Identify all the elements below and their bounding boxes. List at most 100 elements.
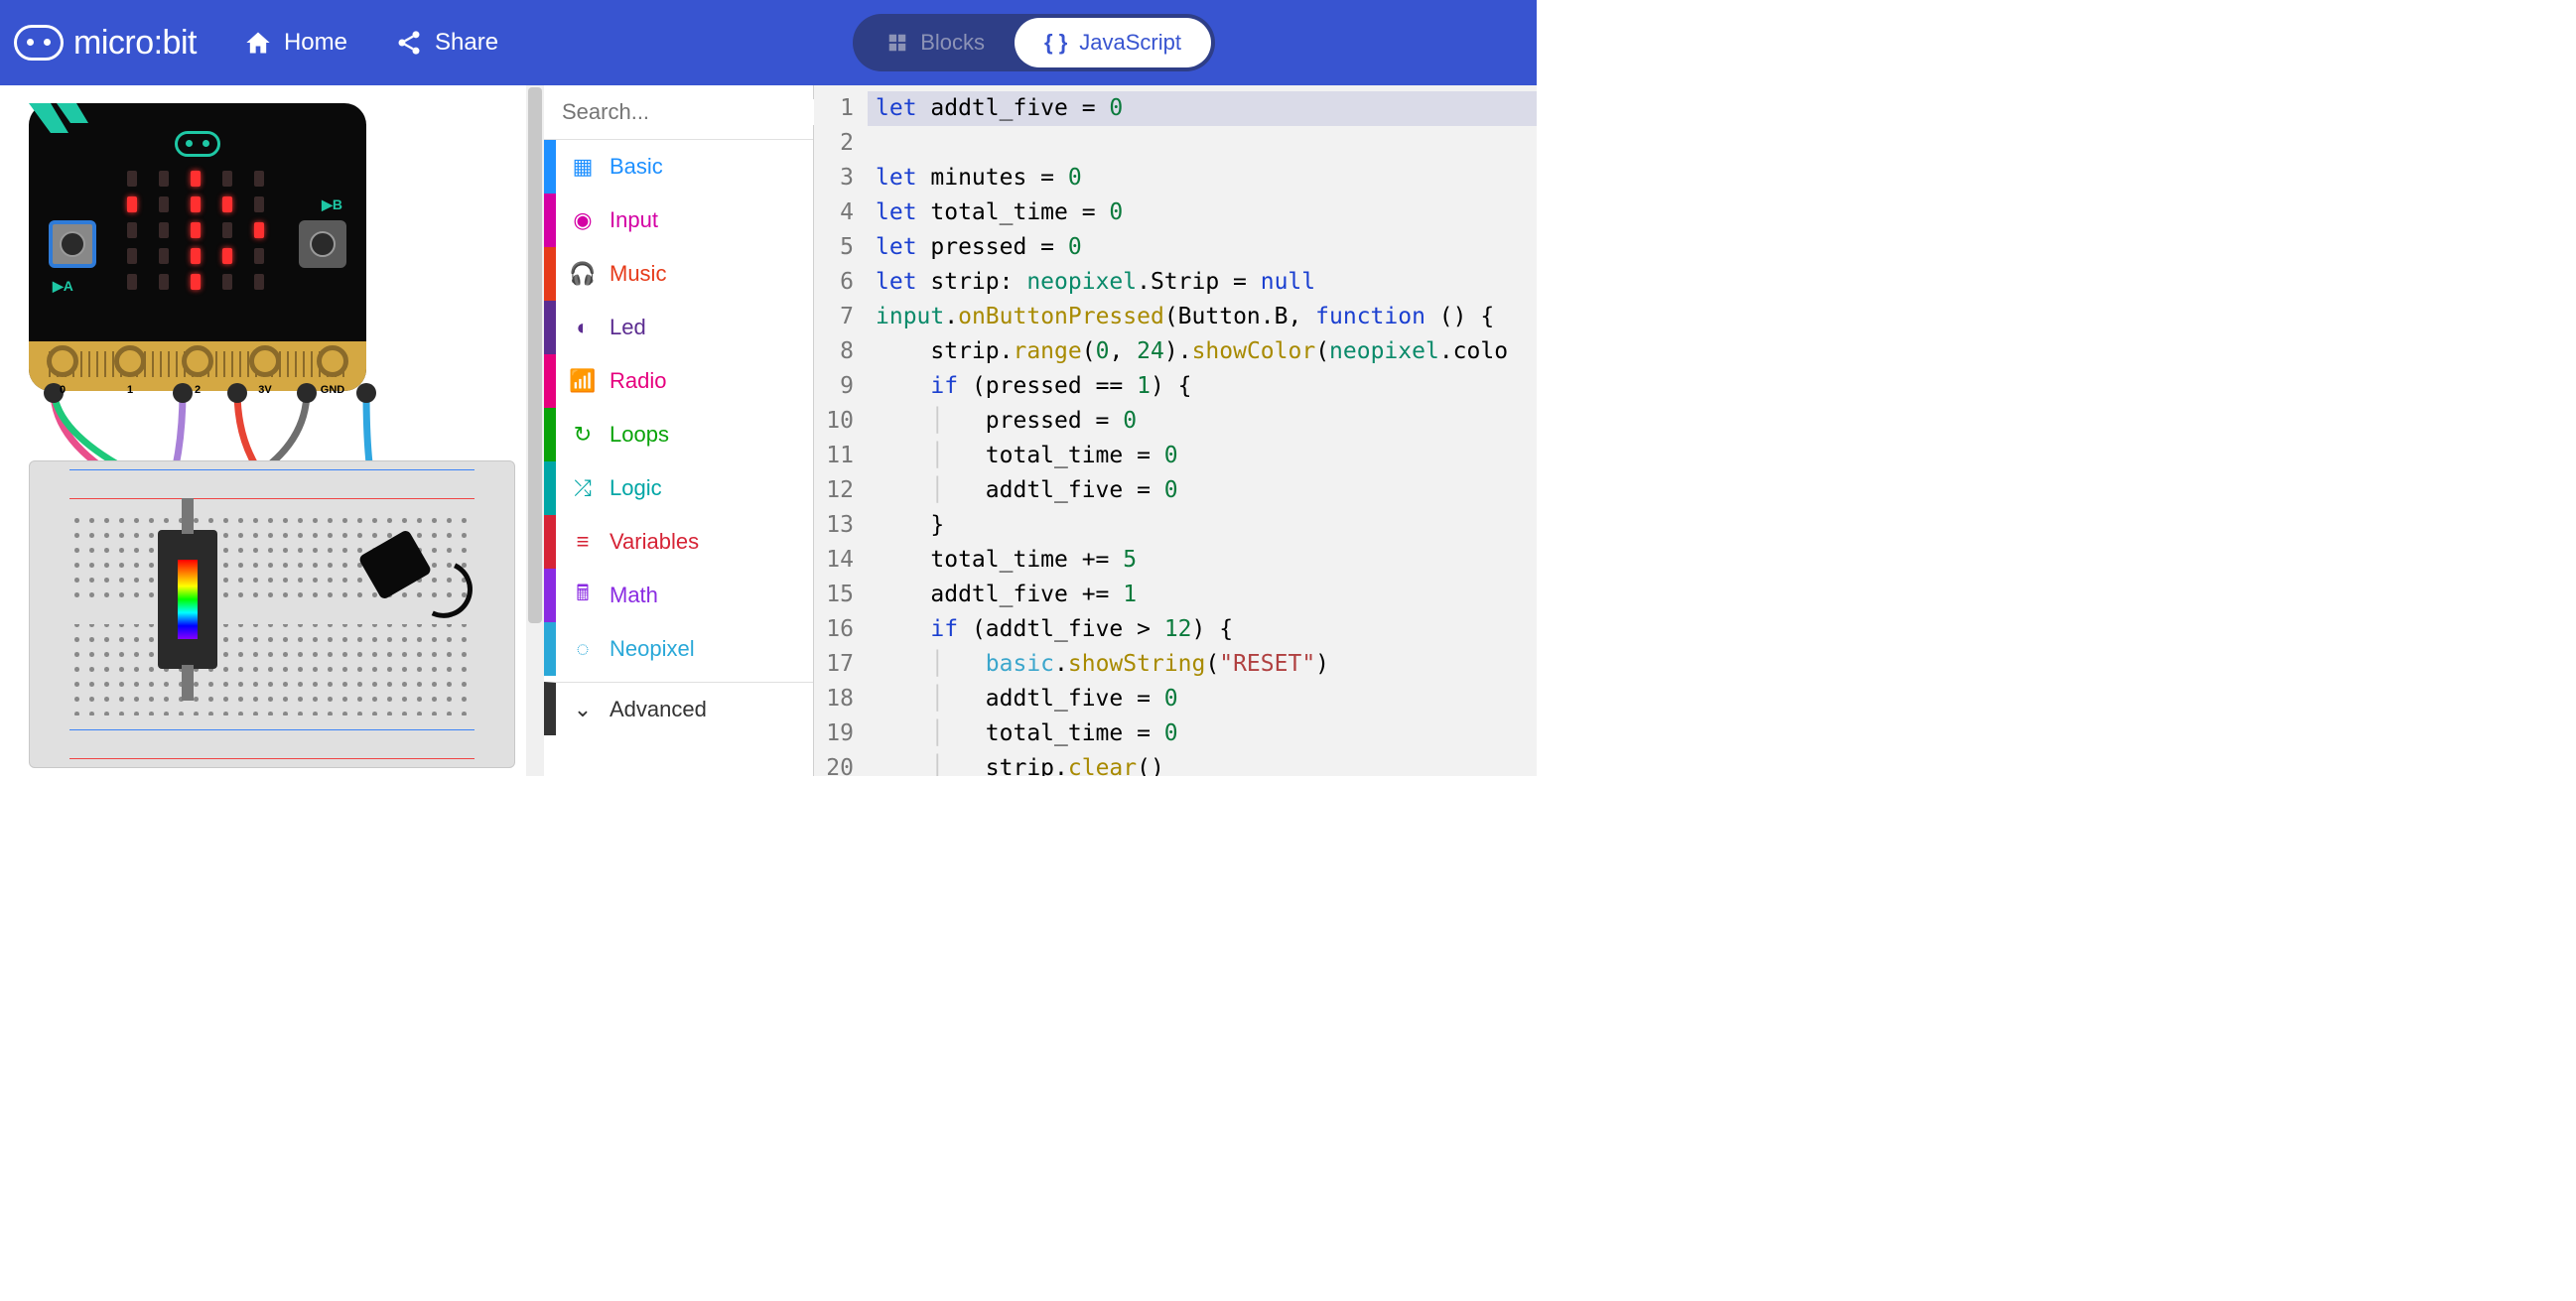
led-icon: ◐ <box>570 315 596 340</box>
braces-icon: { } <box>1044 30 1067 56</box>
led-pixel[interactable] <box>191 196 201 212</box>
led-pixel[interactable] <box>254 248 264 264</box>
category-label: Input <box>610 207 658 233</box>
pin-label: 1 <box>127 384 133 396</box>
led-pixel[interactable] <box>254 274 264 290</box>
microbit-simulator[interactable]: A B 0123VGND <box>29 103 366 391</box>
led-pixel[interactable] <box>159 222 169 238</box>
led-pixel[interactable] <box>191 222 201 238</box>
pin-label: 3V <box>258 384 271 396</box>
javascript-toggle[interactable]: { } JavaScript <box>1015 18 1211 67</box>
led-pixel[interactable] <box>254 196 264 212</box>
led-pixel[interactable] <box>159 196 169 212</box>
led-pixel[interactable] <box>222 171 232 187</box>
pin-label: 2 <box>195 384 201 396</box>
code-line[interactable]: │ basic.showString("RESET") <box>876 651 1329 677</box>
advanced-label: Advanced <box>610 697 707 722</box>
js-label: JavaScript <box>1079 30 1181 56</box>
code-line[interactable]: │ pressed = 0 <box>876 408 1137 434</box>
led-pixel[interactable] <box>159 171 169 187</box>
category-math[interactable]: 🖩Math <box>544 569 813 622</box>
led-pixel[interactable] <box>254 222 264 238</box>
category-radio[interactable]: 📶Radio <box>544 354 813 408</box>
logo[interactable]: micro:bit <box>14 24 197 63</box>
code-line[interactable]: strip.range(0, 24).showColor(neopixel.co… <box>876 338 1508 364</box>
button-a[interactable] <box>49 220 96 268</box>
code-line[interactable]: │ strip.clear() <box>876 755 1164 776</box>
led-pixel[interactable] <box>191 171 201 187</box>
blocks-label: Blocks <box>920 30 985 56</box>
led-pixel[interactable] <box>222 196 232 212</box>
code-line[interactable]: total_time += 5 <box>876 547 1137 573</box>
code-line[interactable]: let pressed = 0 <box>876 234 1082 260</box>
search-input[interactable] <box>562 99 848 125</box>
code-line[interactable]: │ total_time = 0 <box>876 443 1178 468</box>
led-pixel[interactable] <box>222 222 232 238</box>
button-b[interactable] <box>299 220 346 268</box>
blocks-icon <box>886 32 908 54</box>
category-loops[interactable]: ↻Loops <box>544 408 813 461</box>
category-label: Variables <box>610 529 699 555</box>
category-label: Neopixel <box>610 636 695 662</box>
code-line[interactable]: if (pressed == 1) { <box>876 373 1192 399</box>
category-neopixel[interactable]: ◌Neopixel <box>544 622 813 676</box>
neopixel-strip[interactable] <box>158 530 217 669</box>
code-line[interactable]: let total_time = 0 <box>876 199 1123 225</box>
button-b-label: B <box>322 196 342 213</box>
led-pixel[interactable] <box>127 222 137 238</box>
simulator-panel: A B 0123VGND <box>0 85 544 776</box>
category-led[interactable]: ◐Led <box>544 301 813 354</box>
pin-0[interactable]: 0 <box>47 345 78 377</box>
led-pixel[interactable] <box>191 248 201 264</box>
code-line[interactable]: │ addtl_five = 0 <box>876 477 1178 503</box>
led-pixel[interactable] <box>159 274 169 290</box>
sim-scrollbar[interactable] <box>526 85 544 776</box>
code-line[interactable]: │ total_time = 0 <box>876 720 1178 746</box>
led-display[interactable] <box>127 171 268 288</box>
code-area[interactable]: let addtl_five = 0 let minutes = 0 let t… <box>868 85 1537 776</box>
category-label: Logic <box>610 475 662 501</box>
home-icon <box>244 29 272 57</box>
main: A B 0123VGND <box>0 85 1537 776</box>
code-line[interactable]: let addtl_five = 0 <box>868 91 1537 126</box>
led-pixel[interactable] <box>159 248 169 264</box>
pin-3V[interactable]: 3V <box>249 345 281 377</box>
category-advanced[interactable]: ⌄ Advanced <box>544 682 813 735</box>
code-line[interactable]: │ addtl_five = 0 <box>876 686 1178 712</box>
category-logic[interactable]: ⤮Logic <box>544 461 813 515</box>
led-pixel[interactable] <box>191 274 201 290</box>
led-pixel[interactable] <box>222 248 232 264</box>
home-button[interactable]: Home <box>244 29 347 57</box>
led-pixel[interactable] <box>254 171 264 187</box>
math-icon: 🖩 <box>570 577 596 614</box>
led-pixel[interactable] <box>127 274 137 290</box>
toolbox: ▦Basic◉Input🎧Music◐Led📶Radio↻Loops⤮Logic… <box>544 85 814 776</box>
code-line[interactable]: } <box>876 512 944 538</box>
share-button[interactable]: Share <box>395 29 498 57</box>
code-line[interactable]: if (addtl_five > 12) { <box>876 616 1233 642</box>
category-label: Music <box>610 261 666 287</box>
line-gutter: 1234567891011121314151617181920 <box>814 85 868 776</box>
category-music[interactable]: 🎧Music <box>544 247 813 301</box>
led-pixel[interactable] <box>222 274 232 290</box>
category-variables[interactable]: ≡Variables <box>544 515 813 569</box>
category-input[interactable]: ◉Input <box>544 194 813 247</box>
pin-2[interactable]: 2 <box>182 345 213 377</box>
code-line[interactable]: input.onButtonPressed(Button.B, function… <box>876 304 1494 329</box>
code-line[interactable]: let strip: neopixel.Strip = null <box>876 269 1315 295</box>
blocks-toggle[interactable]: Blocks <box>857 18 1015 67</box>
basic-icon: ▦ <box>570 154 596 180</box>
led-pixel[interactable] <box>127 196 137 212</box>
usb-connector-icon <box>175 131 220 157</box>
pin-GND[interactable]: GND <box>317 345 348 377</box>
logo-text: micro:bit <box>73 24 197 63</box>
toolbox-search[interactable] <box>544 85 813 140</box>
code-line[interactable]: addtl_five += 1 <box>876 582 1137 607</box>
pin-1[interactable]: 1 <box>114 345 146 377</box>
code-editor[interactable]: 1234567891011121314151617181920 let addt… <box>814 85 1537 776</box>
share-icon <box>395 29 423 57</box>
category-basic[interactable]: ▦Basic <box>544 140 813 194</box>
led-pixel[interactable] <box>127 171 137 187</box>
code-line[interactable]: let minutes = 0 <box>876 165 1082 191</box>
led-pixel[interactable] <box>127 248 137 264</box>
